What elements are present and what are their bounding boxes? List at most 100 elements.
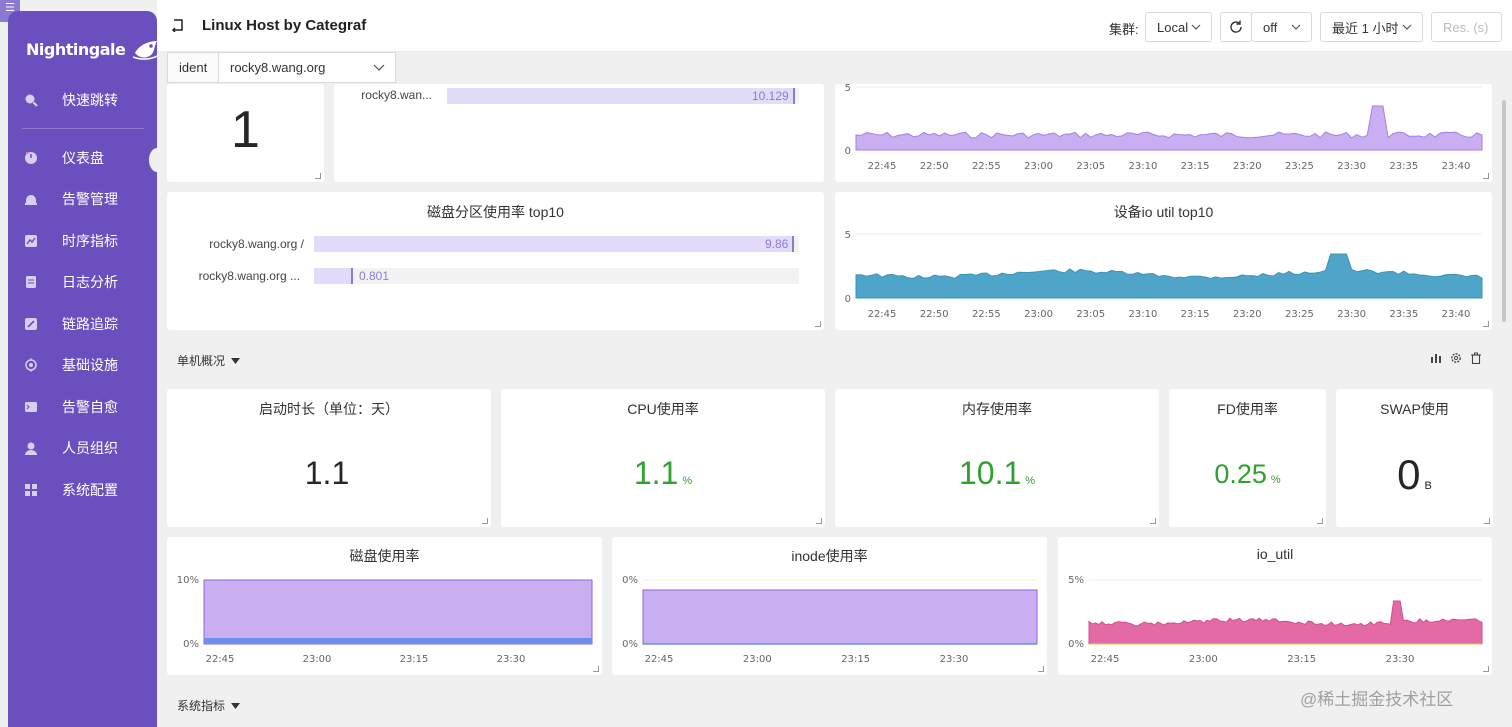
x-tick-label: 23:30 (1386, 654, 1415, 665)
x-tick-label: 23:00 (743, 654, 772, 665)
x-tick-label: 23:05 (1076, 309, 1105, 320)
x-tick-label: 22:45 (868, 161, 897, 172)
disk-partition-panel: 磁盘分区使用率 top10 rocky8.wang.org / 9.86 roc… (167, 192, 824, 330)
panel-title: 磁盘使用率 (349, 548, 420, 564)
bar-value: 10.129 (752, 89, 789, 103)
stat-value-wrap: 0B (1336, 451, 1493, 499)
panel-title: FD使用率 (1217, 401, 1278, 417)
x-tick-label: 23:15 (1181, 161, 1210, 172)
resize-handle[interactable] (1484, 518, 1490, 524)
x-tick-label: 23:30 (1337, 161, 1366, 172)
menu-item-alert-management[interactable]: 告警管理 (8, 181, 157, 217)
y-tick-label: 0% (622, 575, 638, 586)
x-tick-label: 23:40 (1442, 309, 1471, 320)
x-axis: 22:45 22:50 22:55 23:00 23:05 23:10 23:15 23:20… (868, 161, 1471, 172)
stat-value: 10.1 (958, 455, 1022, 491)
x-tick-label: 22:55 (972, 309, 1001, 320)
x-tick-label: 23:00 (1024, 309, 1053, 320)
resize-handle[interactable] (815, 321, 821, 327)
resize-handle[interactable] (1483, 666, 1489, 672)
back-icon[interactable] (171, 18, 185, 32)
resize-handle[interactable] (1483, 321, 1489, 327)
logo[interactable]: Nightingale (26, 37, 161, 61)
area-series (642, 589, 1038, 645)
x-tick-label: 23:40 (1442, 161, 1471, 172)
x-tick-label: 22:45 (645, 654, 674, 665)
x-tick-label: 22:55 (972, 161, 1001, 172)
menu-divider (22, 128, 144, 129)
stat-value: 0.25 (1214, 459, 1267, 489)
row-header-system[interactable]: 系统指标 (177, 697, 241, 714)
refresh-button[interactable] (1220, 12, 1252, 42)
resize-handle[interactable] (816, 518, 822, 524)
resize-handle[interactable] (1150, 518, 1156, 524)
row-header-single[interactable]: 单机概况 (177, 352, 241, 369)
y-tick-label: 5 (845, 84, 851, 94)
y-tick-label: 5% (1068, 575, 1084, 586)
stat-value-wrap: 1.1% (501, 455, 825, 492)
stat-value-wrap: 1.1 (167, 455, 491, 492)
menu-item-log-analysis[interactable]: 日志分析 (8, 264, 157, 300)
inode-usage-panel: inode使用率 0% 0% 22:45 23:00 23:15 23:30 (612, 537, 1047, 675)
menu-item-people-org[interactable]: 人员组织 (8, 430, 157, 466)
host-count-panel: 1 (167, 84, 324, 182)
x-tick-label: 22:45 (206, 654, 235, 665)
auto-refresh-select[interactable]: off (1251, 12, 1312, 42)
y-tick-label: 0% (1068, 639, 1084, 650)
x-axis: 22:45 22:50 22:55 23:00 23:05 23:10 23:15 23:20… (868, 309, 1471, 320)
resize-handle[interactable] (1483, 173, 1489, 179)
resize-handle[interactable] (482, 518, 488, 524)
x-tick-label: 22:50 (920, 309, 949, 320)
panel-title: 磁盘分区使用率 top10 (427, 204, 564, 220)
menu-item-system-config[interactable]: 系统配置 (8, 472, 157, 508)
bar-track (314, 236, 799, 252)
ident-value: rocky8.wang.org (230, 60, 326, 75)
resize-handle[interactable] (1038, 666, 1044, 672)
stat-value: 1 (231, 101, 260, 159)
menu-item-dashboard[interactable]: 仪表盘 (8, 140, 157, 176)
y-tick-label: 0 (845, 294, 851, 305)
ident-select[interactable]: rocky8.wang.org (218, 52, 396, 83)
trash-icon[interactable] (1470, 352, 1482, 364)
sidebar: Nightingale 快速跳转 仪表盘 告警管理 时序指标 日志分析 链路追踪… (8, 11, 165, 727)
area-series (204, 638, 592, 644)
top-chart-panel: 5 0 22:45 22:50 22:55 23:00 23:05 23:10 23:15 2… (835, 84, 1492, 182)
panel-title: SWAP使用 (1380, 401, 1449, 417)
menu-item-time-series[interactable]: 时序指标 (8, 223, 157, 259)
add-panel-icon[interactable] (1430, 352, 1442, 364)
resize-handle[interactable] (1317, 518, 1323, 524)
panel-title: inode使用率 (791, 548, 868, 564)
x-tick-label: 23:20 (1233, 309, 1262, 320)
active-indicator (149, 148, 165, 172)
resize-handle[interactable] (593, 666, 599, 672)
menu-item-quick-jump[interactable]: 快速跳转 (8, 82, 157, 118)
gear-icon[interactable] (1450, 352, 1462, 364)
menu-item-infrastructure[interactable]: 基础设施 (8, 347, 157, 383)
menu-label: 快速跳转 (62, 92, 118, 108)
memory-stat-panel: 内存使用率 10.1% (835, 389, 1159, 527)
menu-label: 日志分析 (62, 274, 118, 290)
document-icon (24, 275, 38, 289)
cluster-select[interactable]: Local (1145, 12, 1212, 42)
chevron-down-icon (1402, 24, 1412, 30)
resolution-input[interactable]: Res. (s) (1431, 12, 1502, 42)
stat-value: 0 (1397, 451, 1421, 498)
x-tick-label: 23:35 (1389, 309, 1418, 320)
row-tools (1430, 352, 1482, 364)
time-range-picker[interactable]: 最近 1 小时 (1320, 12, 1423, 42)
menu-label: 时序指标 (62, 233, 118, 249)
menu-label: 链路追踪 (62, 316, 118, 332)
resize-handle[interactable] (315, 173, 321, 179)
caret-down-icon (231, 702, 241, 709)
stat-value: 1.1 (304, 455, 350, 491)
menu-item-self-healing[interactable]: 告警自愈 (8, 389, 157, 425)
scrollbar[interactable] (1502, 100, 1506, 322)
stat-unit: % (1270, 474, 1281, 486)
panel-title: 启动时长（单位：天） (259, 401, 399, 417)
bar-track (447, 88, 799, 104)
cluster-label: 集群: (1109, 22, 1139, 37)
menu-label: 人员组织 (62, 440, 118, 456)
refresh-interval-value: off (1263, 19, 1278, 35)
panel-title: 内存使用率 (962, 401, 1032, 417)
menu-item-tracing[interactable]: 链路追踪 (8, 306, 157, 342)
